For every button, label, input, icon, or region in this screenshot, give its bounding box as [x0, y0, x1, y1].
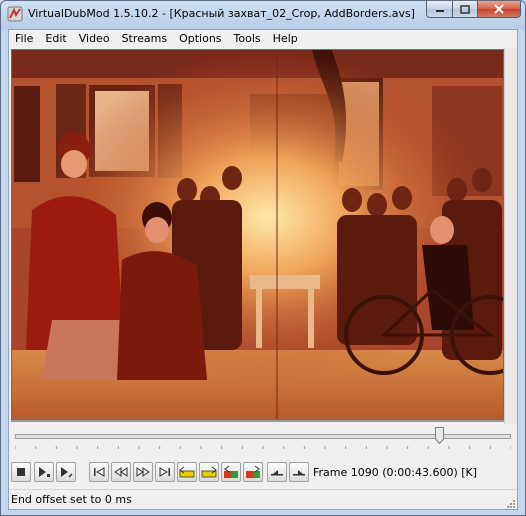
- trackbar-ticks: [15, 446, 511, 449]
- client-area: File Edit Video Streams Options Tools He…: [8, 29, 518, 510]
- virtualdub-app-icon: [7, 6, 23, 22]
- close-button[interactable]: [477, 1, 521, 18]
- prev-scene-button[interactable]: [221, 462, 241, 482]
- back-button[interactable]: [111, 462, 131, 482]
- go-start-button[interactable]: [89, 462, 109, 482]
- stop-icon: [17, 468, 25, 476]
- go-end-button[interactable]: [155, 462, 175, 482]
- play-output-button[interactable]: [56, 462, 76, 482]
- video-frame: [11, 49, 504, 420]
- forward-button[interactable]: [133, 462, 153, 482]
- menu-file[interactable]: File: [9, 30, 39, 48]
- mark-out-button[interactable]: [289, 462, 309, 482]
- stop-button[interactable]: [11, 462, 31, 482]
- mark-in-button[interactable]: [267, 462, 287, 482]
- menu-edit[interactable]: Edit: [39, 30, 72, 48]
- next-keyframe-button[interactable]: [199, 462, 219, 482]
- close-icon: [494, 4, 504, 14]
- mark-in-icon: [271, 470, 283, 476]
- play-output-icon: [61, 467, 73, 478]
- menu-video[interactable]: Video: [73, 30, 116, 48]
- menu-options[interactable]: Options: [173, 30, 227, 48]
- prev-keyframe-icon: [179, 466, 195, 478]
- prev-scene-icon: [224, 465, 238, 478]
- minimize-icon: [435, 10, 444, 12]
- next-keyframe-icon: [201, 466, 217, 478]
- resize-grip-icon[interactable]: [505, 498, 516, 509]
- menu-streams[interactable]: Streams: [116, 30, 174, 48]
- frame-indicator: Frame 1090 (0:00:43.600) [K]: [313, 466, 478, 479]
- go-start-icon: [94, 467, 105, 477]
- mark-out-icon: [293, 470, 305, 476]
- menu-bar: File Edit Video Streams Options Tools He…: [9, 30, 517, 48]
- next-scene-button[interactable]: [243, 462, 263, 482]
- menu-help[interactable]: Help: [267, 30, 304, 48]
- menu-tools[interactable]: Tools: [228, 30, 267, 48]
- vertical-scrollbar[interactable]: [504, 48, 517, 424]
- forward-icon: [136, 467, 150, 477]
- play-input-button[interactable]: [34, 462, 54, 482]
- app-window: VirtualDubMod 1.5.10.2 - [Красный захват…: [0, 0, 526, 516]
- maximize-icon: [460, 4, 470, 14]
- maximize-button[interactable]: [452, 1, 477, 18]
- playback-toolbar: Frame 1090 (0:00:43.600) [K]: [9, 460, 517, 486]
- title-bar[interactable]: VirtualDubMod 1.5.10.2 - [Красный захват…: [1, 1, 525, 27]
- status-text: End offset set to 0 ms: [11, 493, 132, 506]
- back-icon: [114, 467, 128, 477]
- video-frame-image: [12, 50, 503, 419]
- trackbar-thumb[interactable]: [434, 427, 444, 444]
- go-end-icon: [159, 467, 170, 477]
- prev-keyframe-button[interactable]: [177, 462, 197, 482]
- play-input-icon: [39, 467, 50, 477]
- status-bar: End offset set to 0 ms: [9, 489, 517, 510]
- next-scene-icon: [246, 465, 260, 478]
- window-title: VirtualDubMod 1.5.10.2 - [Красный захват…: [28, 7, 415, 20]
- position-trackbar[interactable]: [9, 426, 517, 452]
- minimize-button[interactable]: [426, 1, 452, 18]
